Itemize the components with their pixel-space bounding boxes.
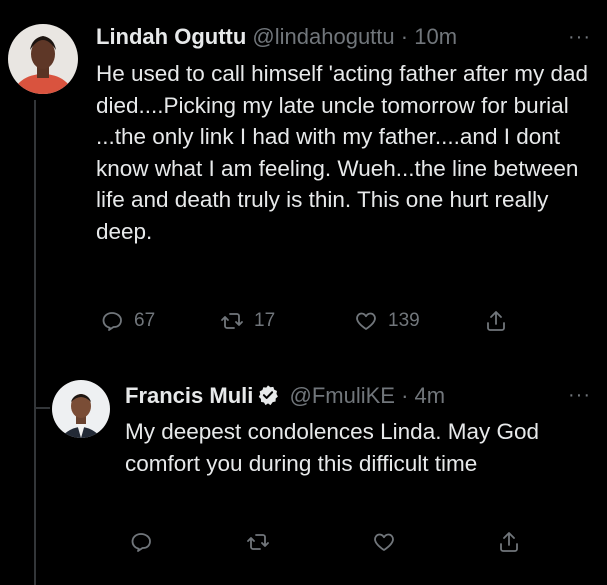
avatar-lindah[interactable]	[8, 24, 78, 94]
verified-badge-icon	[257, 384, 279, 412]
reply-branch-line	[36, 407, 50, 409]
like-count: 139	[388, 310, 420, 331]
reply-count: 67	[134, 310, 156, 331]
avatar-francis[interactable]	[52, 380, 110, 438]
retweet-button[interactable]	[246, 530, 270, 554]
tweet-header: Lindah Oguttu @lindahoguttu · 10m	[96, 24, 457, 50]
tweet-actions	[125, 530, 525, 558]
more-options-icon[interactable]: ···	[568, 384, 591, 407]
share-button[interactable]	[497, 530, 521, 554]
timestamp[interactable]: 10m	[414, 24, 457, 49]
tweet-text: He used to call himself 'acting father a…	[96, 61, 589, 244]
display-name[interactable]: Lindah Oguttu	[96, 24, 246, 49]
like-button[interactable]: 139	[354, 309, 420, 333]
tweet-francis[interactable]: Francis Muli @FmuliKE · 4m ··· My deepes…	[0, 360, 607, 585]
display-name[interactable]: Francis Muli	[125, 383, 253, 408]
share-icon	[487, 311, 505, 331]
like-button[interactable]	[372, 530, 396, 554]
share-icon	[500, 532, 518, 552]
retweet-icon	[221, 313, 243, 329]
tweet-text: My deepest condolences Linda. May God co…	[125, 419, 539, 476]
separator-dot: ·	[401, 383, 409, 408]
tweet-header: Francis Muli @FmuliKE · 4m	[125, 383, 445, 412]
share-button[interactable]	[484, 309, 508, 333]
tweet-actions: 67 17 139	[96, 309, 576, 337]
user-handle[interactable]: @FmuliKE	[289, 383, 394, 408]
separator-dot: ·	[400, 24, 409, 49]
heart-icon	[374, 533, 394, 551]
user-handle[interactable]: @lindahoguttu	[252, 24, 394, 49]
heart-icon	[356, 312, 376, 330]
reply-button[interactable]: 67	[100, 309, 155, 333]
retweet-button[interactable]: 17	[220, 309, 275, 333]
retweet-icon	[247, 534, 269, 550]
timestamp[interactable]: 4m	[415, 383, 446, 408]
retweet-count: 17	[254, 310, 276, 331]
reply-icon	[131, 533, 151, 552]
reply-button[interactable]	[129, 530, 153, 554]
tweet-lindah[interactable]: Lindah Oguttu @lindahoguttu · 10m ··· He…	[0, 0, 607, 585]
more-options-icon[interactable]: ···	[568, 26, 591, 49]
reply-icon	[102, 312, 122, 331]
